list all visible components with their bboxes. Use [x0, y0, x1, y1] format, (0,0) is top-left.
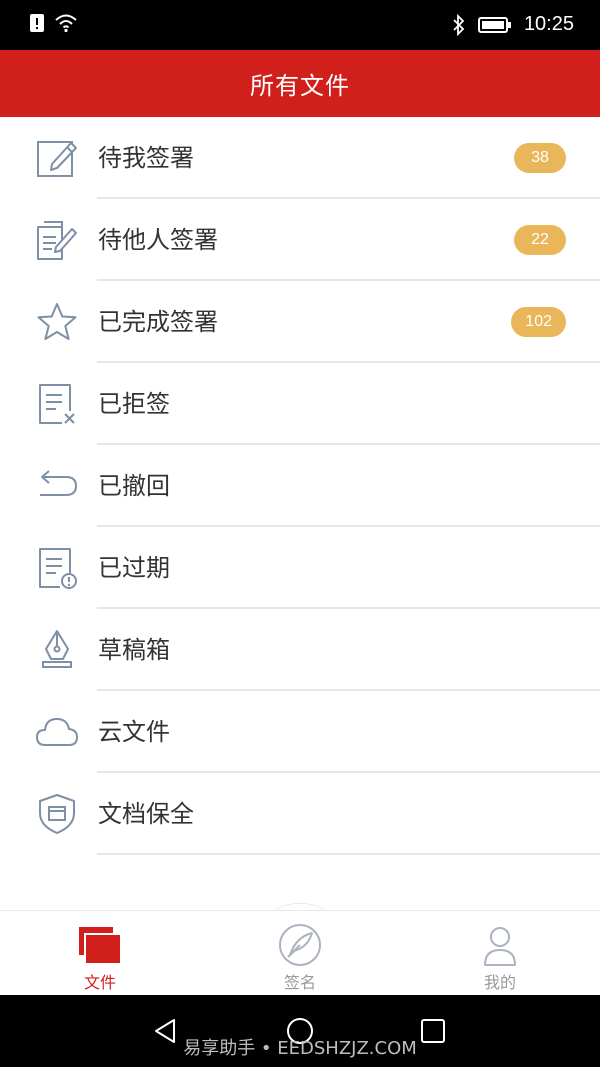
pen-nib-icon: [42, 630, 72, 668]
menu-item-label: 文档保全: [98, 800, 194, 828]
tab-label: 我的: [483, 973, 516, 992]
menu-item-label: 已过期: [98, 554, 170, 582]
documents-sign-icon: [37, 221, 77, 260]
battery-icon: [477, 16, 511, 33]
tab-files[interactable]: 文件: [0, 911, 200, 996]
tab-label: 文件: [83, 973, 116, 992]
menu-item-drafts[interactable]: 草稿箱: [0, 609, 600, 691]
user-icon: [484, 927, 516, 966]
status-time: 10:25: [523, 13, 574, 35]
menu-item-withdrawn[interactable]: 已撤回: [0, 445, 600, 527]
tab-label: 签名: [283, 973, 316, 992]
menu-item-label: 已撤回: [98, 472, 170, 500]
menu-item-label: 待他人签署: [98, 226, 218, 254]
count-badge: 102: [511, 307, 566, 337]
page-title: 所有文件: [250, 72, 350, 100]
expired-document-icon: [39, 548, 77, 589]
watermark: 易享助手 • EEDSHZJZ.COM: [183, 1038, 417, 1059]
undo-arrow-icon: [40, 470, 78, 496]
wifi-icon: [55, 14, 77, 33]
tab-sign[interactable]: 签名: [200, 911, 400, 996]
alert-icon: [30, 14, 44, 32]
divider: [97, 853, 600, 855]
cloud-icon: [36, 718, 78, 746]
menu-item-label: 云文件: [98, 718, 170, 746]
files-icon: [79, 927, 122, 965]
count-badge: 22: [514, 225, 566, 255]
rejected-document-icon: [39, 384, 75, 424]
menu-item-document-preservation[interactable]: 文档保全: [0, 773, 600, 855]
quill-icon: [279, 924, 321, 966]
app-header: 所有文件: [0, 50, 600, 117]
menu-item-label: 已拒签: [98, 390, 170, 418]
menu-item-rejected[interactable]: 已拒签: [0, 363, 600, 445]
menu-list: 待我签署 38 待他人签署 22 已完成签署 102 已拒签 已撤回 已过期 草…: [0, 117, 600, 855]
bluetooth-icon: [453, 13, 465, 36]
shield-document-icon: [39, 794, 75, 834]
menu-item-cloud-files[interactable]: 云文件: [0, 691, 600, 773]
status-bar: 10:25: [0, 0, 600, 50]
menu-item-label: 草稿箱: [98, 636, 170, 664]
tab-profile[interactable]: 我的: [400, 911, 600, 996]
star-icon: [37, 303, 77, 340]
menu-item-completed-signature[interactable]: 已完成签署 102: [0, 281, 600, 363]
menu-item-label: 待我签署: [98, 144, 194, 172]
count-badge: 38: [514, 143, 566, 173]
bottom-tab-bar: 文件 签名 我的: [0, 910, 600, 995]
menu-item-expired[interactable]: 已过期: [0, 527, 600, 609]
menu-item-label: 已完成签署: [98, 308, 218, 336]
edit-document-icon: [37, 141, 77, 177]
menu-item-pending-others-signature[interactable]: 待他人签署 22: [0, 199, 600, 281]
menu-item-pending-my-signature[interactable]: 待我签署 38: [0, 117, 600, 199]
